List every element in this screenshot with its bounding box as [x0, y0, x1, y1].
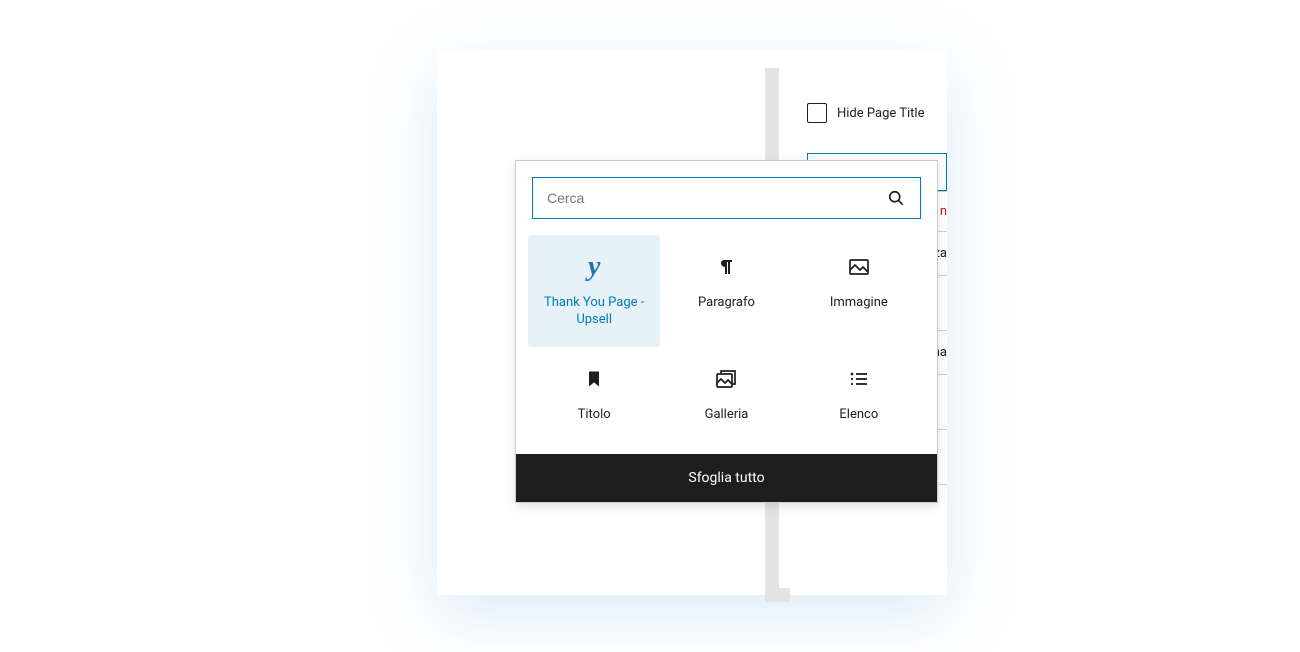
editor-container: Hide Page Title rti n za na: [437, 50, 947, 595]
browse-all-button[interactable]: Sfoglia tutto: [516, 454, 937, 502]
block-list[interactable]: Elenco: [793, 347, 925, 442]
block-heading[interactable]: Titolo: [528, 347, 660, 442]
block-label: Thank You Page - Upsell: [534, 295, 654, 329]
search-input[interactable]: [547, 190, 886, 206]
block-label: Paragrafo: [698, 295, 755, 312]
block-grid: y Thank You Page - Upsell Paragrafo: [516, 235, 937, 454]
paragraph-icon: [714, 253, 738, 281]
bookmark-icon: [584, 365, 604, 393]
search-box[interactable]: [532, 177, 921, 219]
hide-page-title-label: Hide Page Title: [837, 106, 924, 121]
block-gallery[interactable]: Galleria: [660, 347, 792, 442]
block-inserter-popover: y Thank You Page - Upsell Paragrafo: [515, 160, 938, 503]
block-paragraph[interactable]: Paragrafo: [660, 235, 792, 347]
block-label: Titolo: [578, 407, 611, 424]
list-icon: [847, 365, 871, 393]
hide-page-title-row: Hide Page Title: [807, 103, 947, 123]
yith-icon: y: [588, 253, 600, 281]
browse-all-label: Sfoglia tutto: [688, 470, 764, 486]
editor-gutter-bottom: [765, 588, 790, 602]
block-label: Immagine: [830, 295, 888, 312]
search-wrapper: [516, 161, 937, 235]
image-icon: [847, 253, 871, 281]
block-image[interactable]: Immagine: [793, 235, 925, 347]
hide-page-title-checkbox[interactable]: [807, 103, 827, 123]
gallery-icon: [714, 365, 738, 393]
block-label: Galleria: [705, 407, 749, 424]
search-icon: [886, 188, 906, 208]
block-label: Elenco: [839, 407, 878, 424]
block-thank-you-upsell[interactable]: y Thank You Page - Upsell: [528, 235, 660, 347]
